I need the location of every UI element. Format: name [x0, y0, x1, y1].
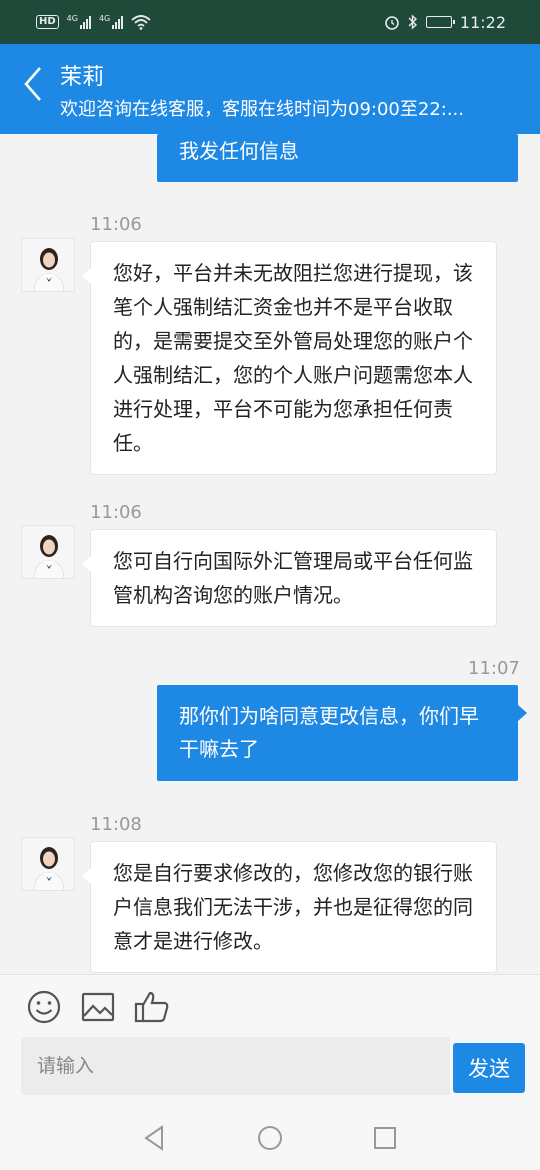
- message-input[interactable]: [21, 1037, 450, 1095]
- message-text: 您好，平台并未无故阻拦您进行提现，该笔个人强制结汇资金也并不是平台收取的，是需要…: [113, 261, 473, 455]
- message-bubble-outgoing: 那你们为啥同意更改信息，你们早干嘛去了: [157, 685, 527, 781]
- service-hours-notice: 欢迎咨询在线客服，客服在线时间为09:00至22:...: [60, 99, 465, 120]
- battery-icon: [425, 16, 455, 28]
- message-bubble-incoming: 您是自行要求修改的，您修改您的银行账户信息我们无法干涉，并也是征得您的同意才是进…: [82, 841, 497, 973]
- wifi-icon: [131, 15, 151, 30]
- message-text: 您可自行向国际外汇管理局或平台任何监管机构咨询您的账户情况。: [113, 549, 473, 607]
- message-bubble-outgoing: 我发任何信息: [157, 134, 518, 182]
- message-text: 您是自行要求修改的，您修改您的银行账户信息我们无法干涉，并也是征得您的同意才是进…: [113, 861, 473, 953]
- signal-icon: 4G: [98, 14, 124, 29]
- message-timestamp: 11:07: [468, 658, 520, 679]
- chat-messages[interactable]: 我发任何信息 11:06 您好，平台并未无故阻拦您进行提现，该笔个人强制结汇资金…: [0, 134, 540, 974]
- message-bubble-incoming: 您好，平台并未无故阻拦您进行提现，该笔个人强制结汇资金也并不是平台收取的，是需要…: [82, 241, 497, 475]
- chevron-left-icon: [24, 67, 41, 101]
- nav-back-icon[interactable]: [140, 1123, 170, 1153]
- chat-header: 茉莉 欢迎咨询在线客服，客服在线时间为09:00至22:...: [0, 44, 540, 134]
- network-label: 4G: [66, 14, 78, 23]
- agent-avatar: [21, 837, 75, 891]
- send-button[interactable]: 发送: [453, 1043, 525, 1093]
- message-text: 我发任何信息: [179, 139, 299, 163]
- alarm-icon: [385, 16, 399, 30]
- agent-name: 茉莉: [60, 65, 105, 90]
- nav-recents-icon[interactable]: [370, 1123, 400, 1153]
- message-timestamp: 11:06: [90, 502, 142, 523]
- agent-avatar: [21, 238, 75, 292]
- agent-avatar: [21, 525, 75, 579]
- emoji-icon[interactable]: [24, 987, 64, 1027]
- message-bubble-incoming: 您可自行向国际外汇管理局或平台任何监管机构咨询您的账户情况。: [82, 529, 497, 627]
- status-right: 11:22: [384, 13, 506, 32]
- signal-icon: 4G: [67, 15, 91, 29]
- message-text: 那你们为啥同意更改信息，你们早干嘛去了: [179, 704, 479, 761]
- input-area: 发送: [0, 974, 540, 1170]
- back-button[interactable]: [18, 64, 48, 104]
- image-icon[interactable]: [78, 987, 118, 1027]
- network-label: 4G: [98, 14, 111, 23]
- nav-home-icon[interactable]: [255, 1123, 285, 1153]
- bluetooth-icon: [408, 14, 417, 30]
- message-timestamp: 11:06: [90, 214, 142, 235]
- status-time: 11:22: [459, 12, 506, 32]
- status-bar: HD 4G 4G 11:22: [0, 0, 540, 44]
- hd-badge: HD: [36, 15, 59, 29]
- status-left: HD 4G 4G: [36, 14, 151, 30]
- thumbs-up-icon[interactable]: [132, 987, 172, 1027]
- message-timestamp: 11:08: [90, 814, 142, 835]
